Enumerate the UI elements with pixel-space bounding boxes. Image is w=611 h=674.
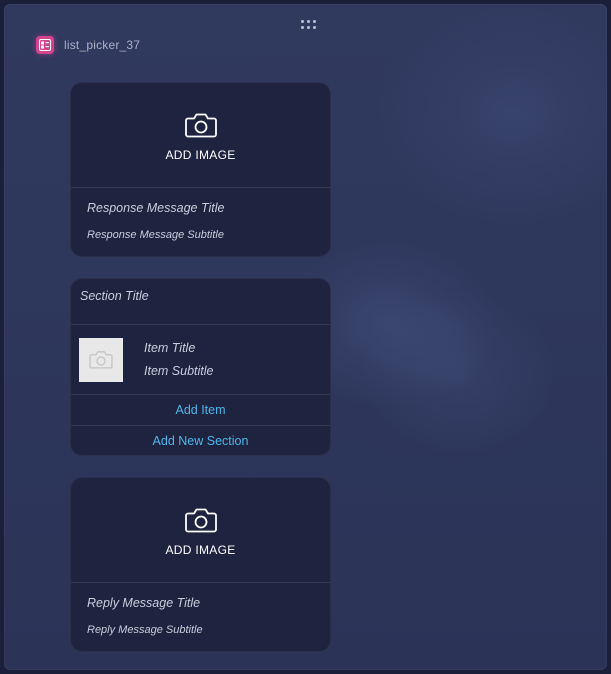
- list-picker-icon: [36, 36, 54, 54]
- reply-message-title[interactable]: Reply Message Title: [71, 583, 330, 610]
- add-image-button[interactable]: ADD IMAGE: [71, 478, 330, 583]
- camera-icon: [89, 351, 113, 369]
- item-image-placeholder[interactable]: [79, 337, 123, 382]
- response-message-title[interactable]: Response Message Title: [71, 188, 330, 215]
- add-item-button[interactable]: Add Item: [71, 395, 330, 426]
- add-image-label: ADD IMAGE: [165, 543, 236, 557]
- item-subtitle[interactable]: Item Subtitle: [144, 364, 213, 378]
- response-message-subtitle[interactable]: Response Message Subtitle: [71, 215, 330, 241]
- section-card: Section Title Item Title Item Subtitle A…: [70, 278, 331, 456]
- reply-message-subtitle[interactable]: Reply Message Subtitle: [71, 610, 330, 636]
- add-image-button[interactable]: ADD IMAGE: [71, 83, 330, 188]
- drag-handle-icon[interactable]: [301, 20, 317, 32]
- camera-icon: [184, 113, 217, 138]
- response-message-card: ADD IMAGE Response Message Title Respons…: [70, 82, 331, 257]
- item-title[interactable]: Item Title: [144, 341, 213, 355]
- reply-message-card: ADD IMAGE Reply Message Title Reply Mess…: [70, 477, 331, 652]
- section-title[interactable]: Section Title: [71, 279, 330, 325]
- add-new-section-button[interactable]: Add New Section: [71, 426, 330, 455]
- node-title: list_picker_37: [64, 38, 141, 52]
- list-item[interactable]: Item Title Item Subtitle: [71, 325, 330, 395]
- node-header: list_picker_37: [36, 36, 140, 54]
- camera-icon: [184, 508, 217, 533]
- add-image-label: ADD IMAGE: [165, 148, 236, 162]
